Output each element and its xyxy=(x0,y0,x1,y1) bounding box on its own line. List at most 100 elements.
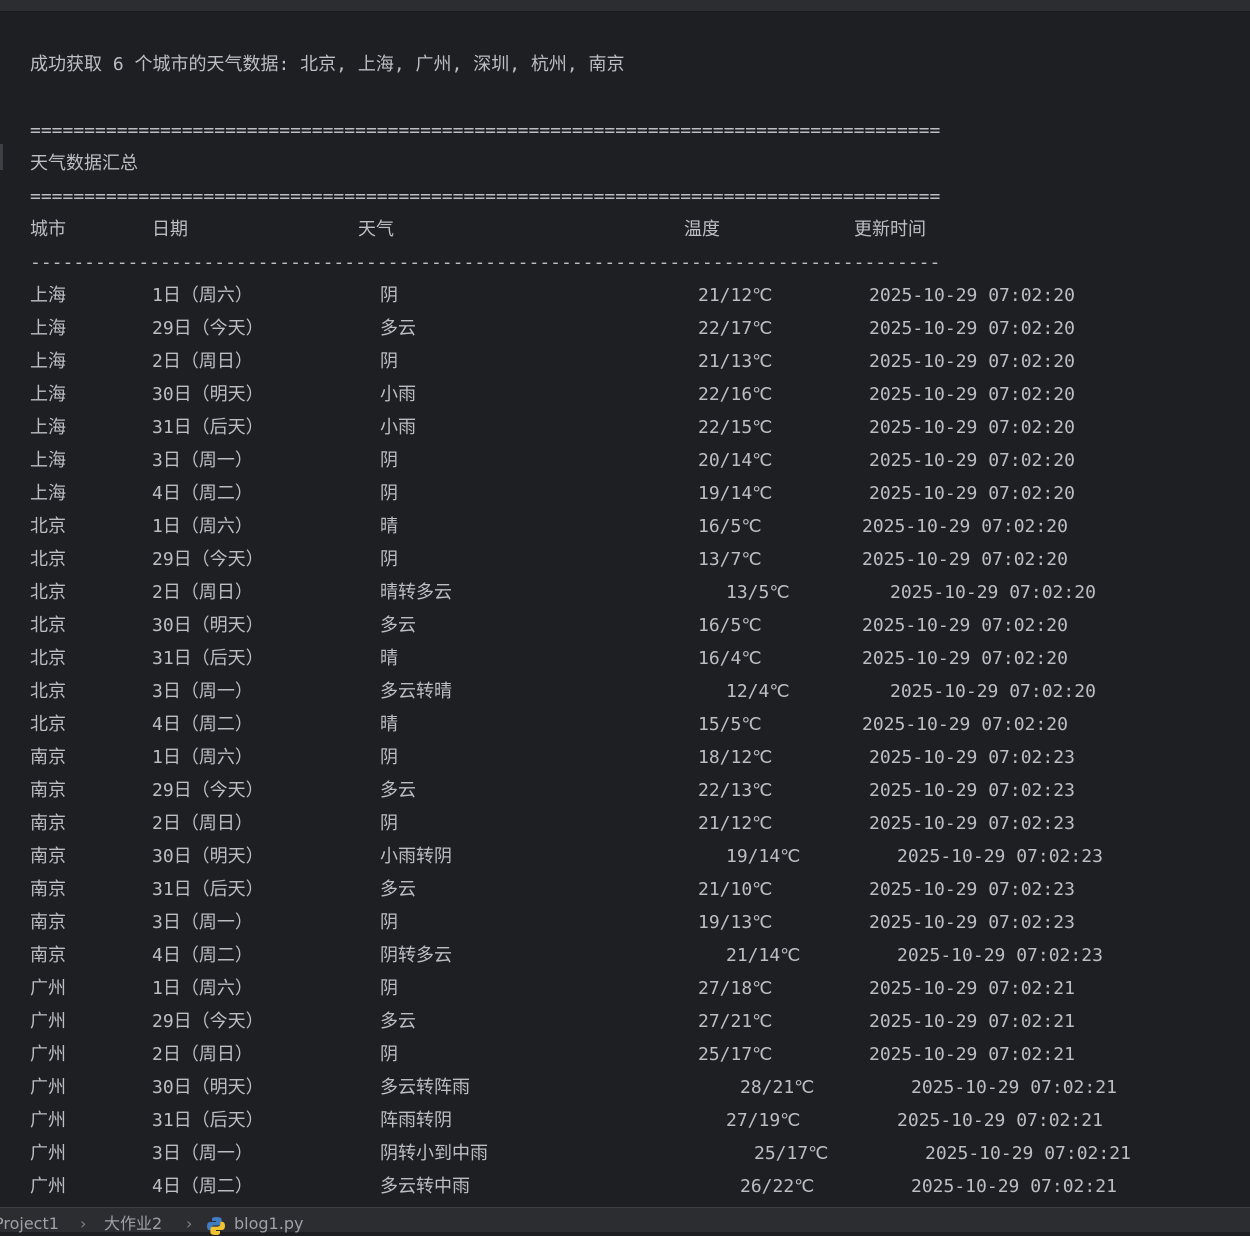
row-city: 上海 xyxy=(30,450,66,471)
row-temp: 16/4℃ xyxy=(698,648,762,669)
table-row: 广州 2日（周日） 阴 25/17℃ 2025-10-29 07:02:21 xyxy=(0,1038,1250,1071)
table-row: 上海 1日（周六） 阴 21/12℃ 2025-10-29 07:02:20 xyxy=(0,279,1250,312)
table-row: 南京 31日（后天） 多云 21/10℃ 2025-10-29 07:02:23 xyxy=(0,873,1250,906)
row-updated: 2025-10-29 07:02:20 xyxy=(862,714,1068,735)
row-city: 广州 xyxy=(30,1110,66,1131)
row-temp: 21/12℃ xyxy=(698,813,773,834)
row-updated: 2025-10-29 07:02:20 xyxy=(862,516,1068,537)
row-temp: 13/5℃ xyxy=(726,582,790,603)
row-temp: 18/12℃ xyxy=(698,747,773,768)
breadcrumb-folder[interactable]: 大作业2 xyxy=(104,1214,162,1234)
row-temp: 27/21℃ xyxy=(698,1011,773,1032)
row-weather: 多云 xyxy=(380,615,416,636)
row-weather: 阴转小到中雨 xyxy=(380,1143,488,1164)
row-date: 4日（周二） xyxy=(152,945,253,966)
row-updated: 2025-10-29 07:02:20 xyxy=(869,417,1075,438)
row-weather: 多云 xyxy=(380,318,416,339)
row-date: 1日（周六） xyxy=(152,978,253,999)
table-row: 北京 1日（周六） 晴 16/5℃ 2025-10-29 07:02:20 xyxy=(0,510,1250,543)
row-temp: 19/13℃ xyxy=(698,912,773,933)
section-title: 天气数据汇总 xyxy=(30,153,138,174)
row-weather: 小雨转阴 xyxy=(380,846,452,867)
double-rule-top: ========================================… xyxy=(30,120,941,141)
row-city: 北京 xyxy=(30,516,66,537)
table-row: 上海 2日（周日） 阴 21/13℃ 2025-10-29 07:02:20 xyxy=(0,345,1250,378)
row-date: 4日（周二） xyxy=(152,1176,253,1197)
row-updated: 2025-10-29 07:02:20 xyxy=(869,285,1075,306)
row-temp: 12/4℃ xyxy=(726,681,790,702)
row-weather: 多云 xyxy=(380,1011,416,1032)
table-header: 城市 日期 天气 温度 更新时间 xyxy=(0,213,1250,246)
row-updated: 2025-10-29 07:02:23 xyxy=(869,813,1075,834)
row-date: 3日（周一） xyxy=(152,450,253,471)
row-date: 31日（后天） xyxy=(152,417,264,438)
breadcrumb-file[interactable]: blog1.py xyxy=(234,1214,303,1234)
table-row: 北京 30日（明天） 多云 16/5℃ 2025-10-29 07:02:20 xyxy=(0,609,1250,642)
row-temp: 25/17℃ xyxy=(698,1044,773,1065)
row-updated: 2025-10-29 07:02:23 xyxy=(869,912,1075,933)
row-updated: 2025-10-29 07:02:21 xyxy=(911,1077,1117,1098)
table-row: 上海 31日（后天） 小雨 22/15℃ 2025-10-29 07:02:20 xyxy=(0,411,1250,444)
breadcrumb-project[interactable]: Project1 xyxy=(0,1214,59,1234)
row-city: 南京 xyxy=(30,747,66,768)
row-city: 北京 xyxy=(30,615,66,636)
table-row: 北京 29日（今天） 阴 13/7℃ 2025-10-29 07:02:20 xyxy=(0,543,1250,576)
row-city: 南京 xyxy=(30,945,66,966)
row-city: 北京 xyxy=(30,549,66,570)
row-updated: 2025-10-29 07:02:23 xyxy=(897,846,1103,867)
row-temp: 22/17℃ xyxy=(698,318,773,339)
row-weather: 阴 xyxy=(380,351,398,372)
row-weather: 阴转多云 xyxy=(380,945,452,966)
row-temp: 26/22℃ xyxy=(740,1176,815,1197)
row-temp: 19/14℃ xyxy=(698,483,773,504)
row-temp: 21/12℃ xyxy=(698,285,773,306)
row-updated: 2025-10-29 07:02:21 xyxy=(897,1110,1103,1131)
row-city: 广州 xyxy=(30,1044,66,1065)
row-updated: 2025-10-29 07:02:20 xyxy=(869,483,1075,504)
row-updated: 2025-10-29 07:02:20 xyxy=(890,582,1096,603)
status-bar: Project1 › 大作业2 › blog1.py xyxy=(0,1207,1250,1235)
row-temp: 16/5℃ xyxy=(698,615,762,636)
single-rule: ----------------------------------------… xyxy=(30,252,941,273)
row-city: 北京 xyxy=(30,681,66,702)
table-row: 上海 3日（周一） 阴 20/14℃ 2025-10-29 07:02:20 xyxy=(0,444,1250,477)
row-city: 上海 xyxy=(30,483,66,504)
table-row: 广州 30日（明天） 多云转阵雨 28/21℃ 2025-10-29 07:02:21 xyxy=(0,1071,1250,1104)
row-city: 上海 xyxy=(30,417,66,438)
row-updated: 2025-10-29 07:02:23 xyxy=(897,945,1103,966)
row-date: 31日（后天） xyxy=(152,879,264,900)
row-date: 31日（后天） xyxy=(152,1110,264,1131)
row-weather: 多云 xyxy=(380,879,416,900)
row-updated: 2025-10-29 07:02:21 xyxy=(869,1011,1075,1032)
row-weather: 阴 xyxy=(380,813,398,834)
table-row: 北京 4日（周二） 晴 15/5℃ 2025-10-29 07:02:20 xyxy=(0,708,1250,741)
row-date: 29日（今天） xyxy=(152,318,264,339)
run-console-output: 成功获取 6 个城市的天气数据: 北京, 上海, 广州, 深圳, 杭州, 南京 … xyxy=(0,11,1250,1207)
row-temp: 21/14℃ xyxy=(726,945,801,966)
breadcrumb-separator: › xyxy=(80,1214,87,1233)
row-city: 南京 xyxy=(30,846,66,867)
row-weather: 多云转晴 xyxy=(380,681,452,702)
row-date: 4日（周二） xyxy=(152,483,253,504)
table-row: 南京 29日（今天） 多云 22/13℃ 2025-10-29 07:02:23 xyxy=(0,774,1250,807)
row-date: 30日（明天） xyxy=(152,384,264,405)
row-city: 广州 xyxy=(30,1143,66,1164)
table-row: 上海 29日（今天） 多云 22/17℃ 2025-10-29 07:02:20 xyxy=(0,312,1250,345)
row-weather: 晴 xyxy=(380,648,398,669)
row-weather: 阴 xyxy=(380,912,398,933)
row-weather: 多云 xyxy=(380,780,416,801)
row-temp: 19/14℃ xyxy=(726,846,801,867)
row-city: 南京 xyxy=(30,912,66,933)
row-weather: 小雨 xyxy=(380,384,416,405)
row-updated: 2025-10-29 07:02:20 xyxy=(862,549,1068,570)
double-rule-bottom: ========================================… xyxy=(30,186,941,207)
table-row: 南京 3日（周一） 阴 19/13℃ 2025-10-29 07:02:23 xyxy=(0,906,1250,939)
row-updated: 2025-10-29 07:02:23 xyxy=(869,780,1075,801)
row-temp: 25/17℃ xyxy=(754,1143,829,1164)
row-updated: 2025-10-29 07:02:21 xyxy=(925,1143,1131,1164)
row-weather: 阵雨转阴 xyxy=(380,1110,452,1131)
row-city: 北京 xyxy=(30,648,66,669)
table-row: 北京 3日（周一） 多云转晴 12/4℃ 2025-10-29 07:02:20 xyxy=(0,675,1250,708)
row-date: 1日（周六） xyxy=(152,285,253,306)
row-date: 3日（周一） xyxy=(152,681,253,702)
